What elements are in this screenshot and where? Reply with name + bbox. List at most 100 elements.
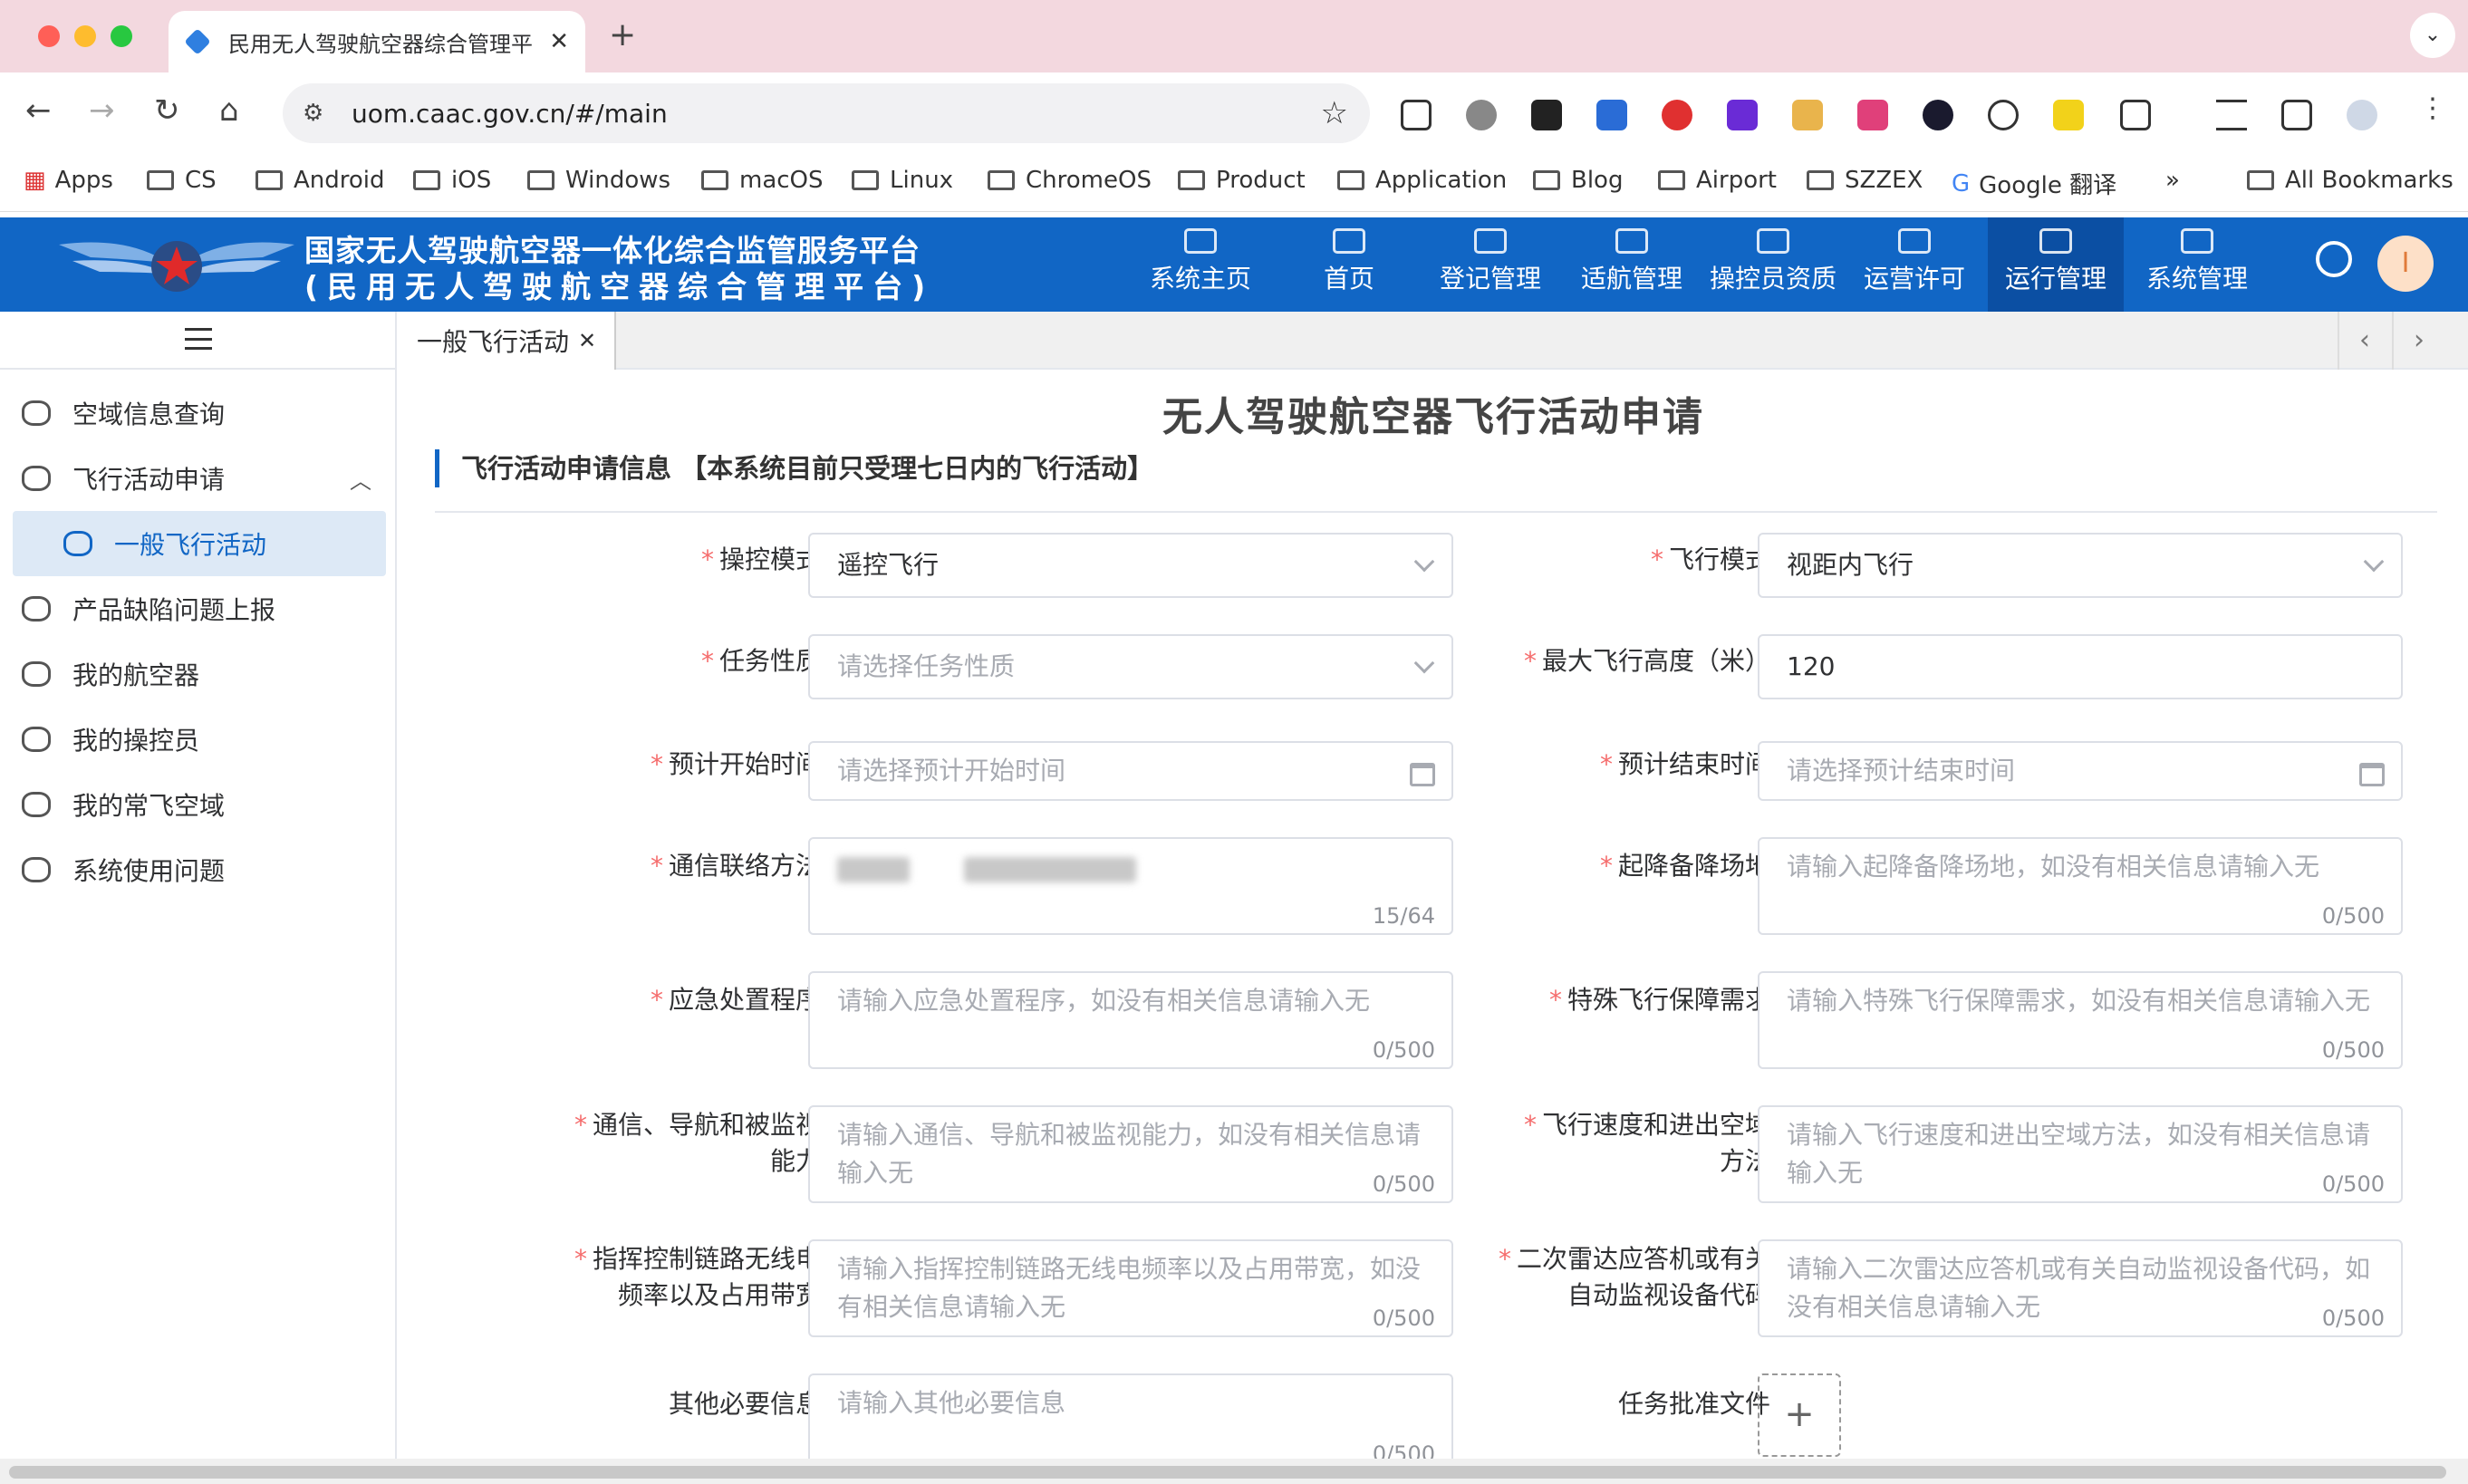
bookmark-folder[interactable]: Windows [527,167,670,194]
picture-in-picture-icon[interactable] [1401,100,1432,130]
bookmark-folder[interactable]: SZZEX [1807,167,1923,194]
bookmark-folder[interactable]: Product [1178,167,1306,194]
section-divider [435,511,2437,513]
max-altitude-input[interactable]: 120 [1758,634,2403,699]
close-icon[interactable]: ✕ [578,328,596,353]
user-avatar[interactable]: I [2377,236,2434,292]
bookmark-star-icon[interactable]: ☆ [1321,95,1348,131]
bookmarks-bar: ▦ Apps CS Android iOS Windows macOS Linux… [0,154,2468,212]
nav-registration[interactable]: 登记管理 [1422,217,1558,312]
end-time-picker[interactable]: 请选择预计结束时间 [1758,741,2403,801]
url-text[interactable]: uom.caac.gov.cn/#/main [352,99,1321,129]
site-settings-icon[interactable]: ⚙ [303,100,339,127]
bookmark-folder[interactable]: iOS [413,167,491,194]
mission-type-select[interactable]: 请选择任务性质 [808,634,1453,699]
upload-approval-file-button[interactable]: + [1758,1373,1841,1457]
contact-method-textarea[interactable]: 15/64 [808,837,1453,935]
folder-icon [1337,170,1364,190]
reload-icon[interactable]: ↻ [154,92,180,129]
bookmark-folder[interactable]: Android [255,167,385,194]
extension-icon[interactable] [1923,100,1953,130]
bookmark-folder[interactable]: ChromeOS [988,167,1152,194]
other-info-textarea[interactable]: 请输入其他必要信息 0/500 [808,1373,1453,1468]
sidebar-item-airspace-query[interactable]: 空域信息查询 [0,381,397,446]
all-bookmarks[interactable]: All Bookmarks [2247,167,2454,194]
tabs-scroll-left-icon[interactable]: ‹ [2338,312,2390,370]
sidebar-item-my-operators[interactable]: 我的操控员 [0,707,397,772]
system-home-icon [1184,228,1217,254]
more-menu-icon[interactable]: ⋮ [2419,92,2446,124]
nav-home[interactable]: 首页 [1281,217,1417,312]
bookmark-apps[interactable]: ▦ Apps [24,167,113,194]
nav-airworthiness[interactable]: 适航管理 [1564,217,1700,312]
field-label: * 应急处置程序 [650,985,821,1015]
flight-mode-select[interactable]: 视距内飞行 [1758,533,2403,598]
extension-icon[interactable] [1727,100,1758,130]
extension-icon[interactable] [1596,100,1627,130]
bookmark-folder[interactable]: Airport [1658,167,1777,194]
bookmark-folder[interactable]: Linux [852,167,953,194]
control-mode-select[interactable]: 遥控飞行 [808,533,1453,598]
close-tab-icon[interactable]: ✕ [549,28,569,55]
maximize-window-button[interactable] [111,25,132,47]
sidebar-item-defect-report[interactable]: 产品缺陷问题上报 [0,576,397,641]
folder-icon [1658,170,1685,190]
side-panel-icon[interactable] [2281,100,2312,130]
reading-list-icon[interactable] [2216,100,2247,130]
special-support-textarea[interactable]: 请输入特殊飞行保障需求，如没有相关信息请输入无 0/500 [1758,971,2403,1069]
sidebar-item-my-airspace[interactable]: 我的常飞空域 [0,772,397,837]
tab-search-button[interactable]: ⌄ [2410,13,2455,58]
page-tab-general-flight[interactable]: 一般飞行活动 ✕ [399,312,616,370]
tabs-scroll-right-icon[interactable]: › [2392,312,2444,370]
extension-icon[interactable] [2053,100,2084,130]
nav-operator-qualification[interactable]: 操控员资质 [1705,217,1841,312]
extension-icon[interactable] [1466,100,1497,130]
nav-system-management[interactable]: 系统管理 [2129,217,2265,312]
sidebar-item-flight-application[interactable]: 飞行活动申请 ︿ [0,446,397,511]
redacted-text [837,857,910,882]
bookmark-folder[interactable]: CS [147,167,217,194]
menu-toggle-icon[interactable] [185,328,212,350]
extension-icon[interactable] [1857,100,1888,130]
home-icon[interactable]: ⌂ [219,92,239,129]
sidebar-item-general-flight[interactable]: 一般飞行活动 [13,511,386,576]
landing-site-textarea[interactable]: 请输入起降备降场地，如没有相关信息请输入无 0/500 [1758,837,2403,935]
field-label: * 飞行模式 [1650,544,1770,574]
close-window-button[interactable] [38,25,60,47]
new-tab-button[interactable]: + [609,16,636,53]
bookmark-google-translate[interactable]: G Google 翻译 [1952,167,2116,200]
extension-icon[interactable] [1988,100,2019,130]
bookmark-folder[interactable]: Application [1337,167,1507,194]
extensions-puzzle-icon[interactable] [2120,100,2151,130]
main-content: 无人驾驶航空器飞行活动申请 飞行活动申请信息 【本系统目前只受理七日内的飞行活动… [399,371,2468,1468]
c2-link-frequency-textarea[interactable]: 请输入指挥控制链路无线电频率以及占用带宽，如没有相关信息请输入无 0/500 [808,1239,1453,1337]
start-time-picker[interactable]: 请选择预计开始时间 [808,741,1453,801]
nav-system-home[interactable]: 系统主页 [1133,217,1268,312]
search-icon[interactable] [2316,241,2352,277]
bookmark-folder[interactable]: Blog [1533,167,1623,194]
bookmarks-overflow-button[interactable]: » [2165,167,2180,194]
scrollbar-thumb[interactable] [9,1466,2446,1479]
field-label: * 预计开始时间 [650,749,821,779]
emergency-procedure-textarea[interactable]: 请输入应急处置程序，如没有相关信息请输入无 0/500 [808,971,1453,1069]
minimize-window-button[interactable] [74,25,96,47]
extension-icon[interactable] [1662,100,1692,130]
bookmark-folder[interactable]: macOS [701,167,824,194]
browser-tab[interactable]: 民用无人驾驶航空器综合管理平 ✕ [169,11,585,72]
back-icon[interactable]: ← [25,92,52,129]
cns-capability-textarea[interactable]: 请输入通信、导航和被监视能力，如没有相关信息请输入无 0/500 [808,1105,1453,1203]
sidebar-item-usage-issues[interactable]: 系统使用问题 [0,837,397,902]
horizontal-scrollbar[interactable] [0,1459,2468,1484]
profile-avatar[interactable] [2347,100,2377,130]
address-bar[interactable]: ⚙ uom.caac.gov.cn/#/main ☆ [283,83,1370,143]
sidebar-item-my-aircraft[interactable]: 我的航空器 [0,641,397,707]
browser-tab-title: 民用无人驾驶航空器综合管理平 [228,31,533,57]
extension-icon[interactable] [1531,100,1562,130]
page-tabs-strip: 一般飞行活动 ✕ ‹ › [399,312,2468,370]
nav-operation-management[interactable]: 运行管理 [1988,217,2124,312]
forward-icon[interactable]: → [89,92,115,129]
flight-speed-textarea[interactable]: 请输入飞行速度和进出空域方法，如没有相关信息请输入无 0/500 [1758,1105,2403,1203]
nav-operation-license[interactable]: 运营许可 [1846,217,1982,312]
extension-icon[interactable] [1792,100,1823,130]
transponder-code-textarea[interactable]: 请输入二次雷达应答机或有关自动监视设备代码，如没有相关信息请输入无 0/500 [1758,1239,2403,1337]
